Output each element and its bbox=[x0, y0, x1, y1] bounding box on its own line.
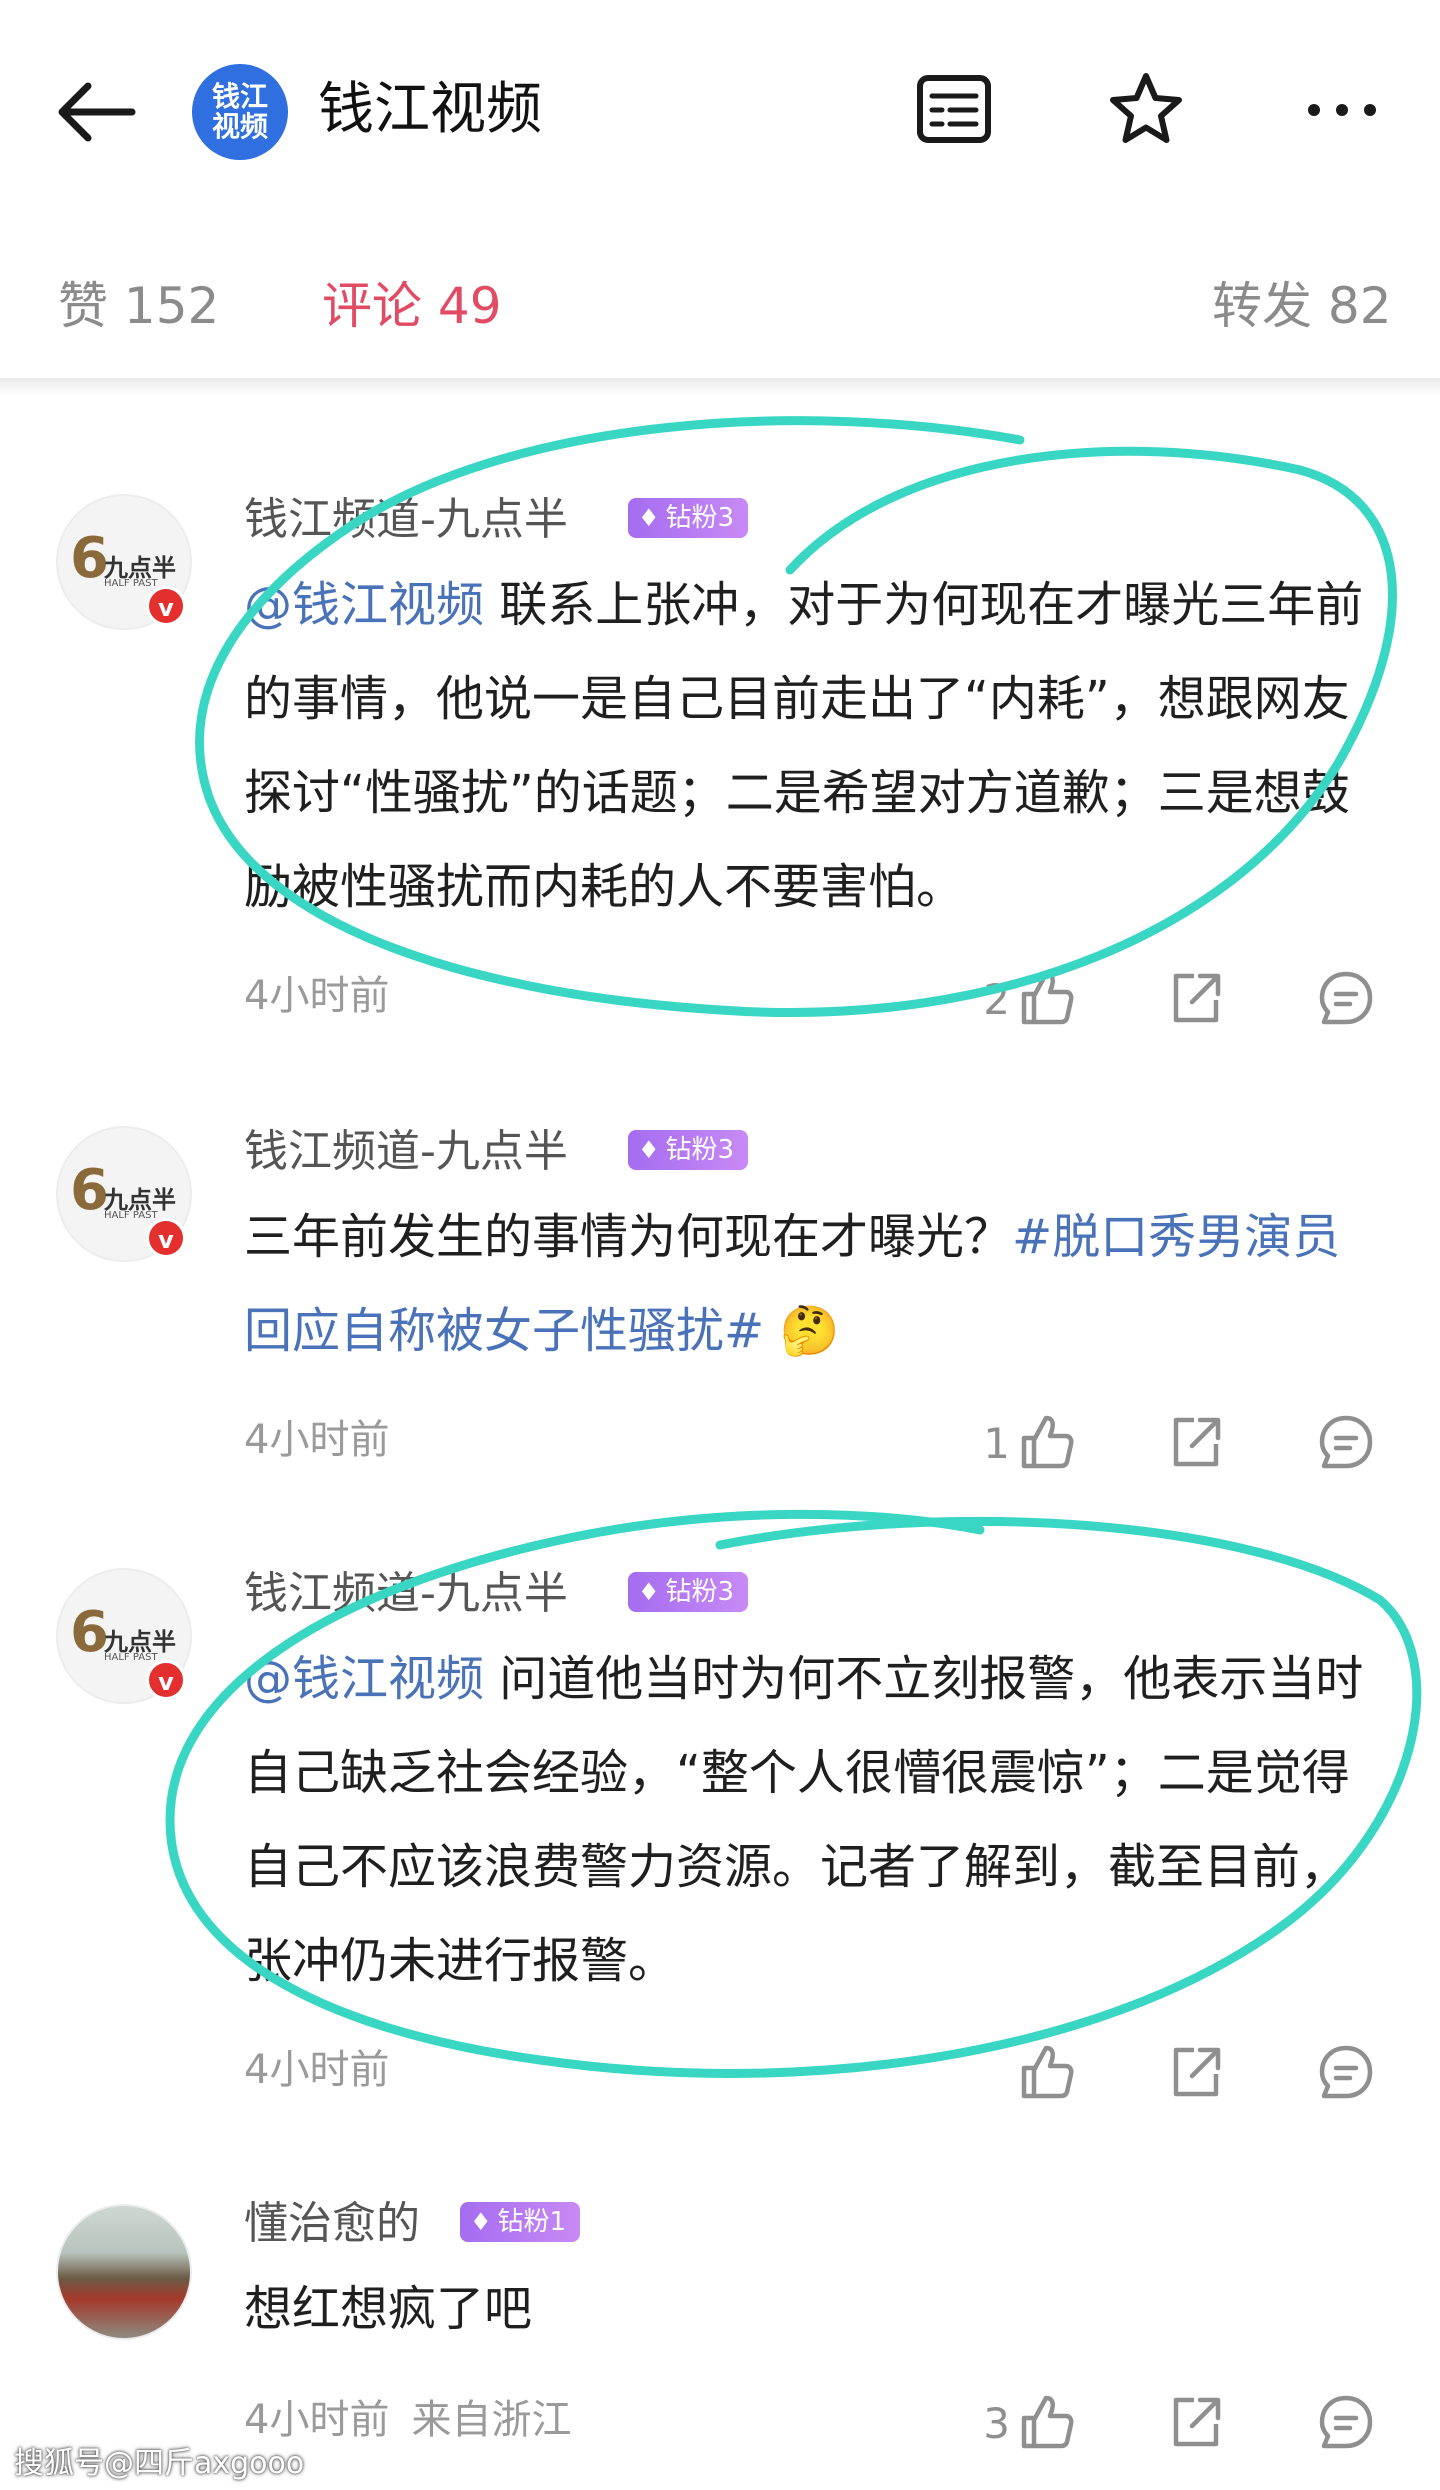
share-icon[interactable] bbox=[1164, 966, 1228, 1030]
comment-username[interactable]: 钱江频道-九点半 bbox=[244, 1122, 568, 1182]
comment-text: 三年前发生的事情为何现在才曝光？#脱口秀男演员回应自称被女子性骚扰# 🤔 bbox=[244, 1190, 1384, 1378]
reply-icon[interactable] bbox=[1314, 2390, 1378, 2454]
share-icon[interactable] bbox=[1164, 2040, 1228, 2104]
fan-badge-label: 钻粉1 bbox=[497, 2207, 567, 2237]
top-bar: 钱江 视频 钱江视频 bbox=[0, 0, 1440, 220]
comment-location: 来自浙江 bbox=[411, 2397, 572, 2443]
reply-icon[interactable] bbox=[1314, 1410, 1378, 1474]
back-arrow-icon[interactable] bbox=[48, 64, 144, 160]
more-icon[interactable] bbox=[1300, 68, 1384, 152]
like-icon[interactable] bbox=[1014, 1410, 1078, 1474]
comment-time: 4小时前 bbox=[244, 1417, 390, 1463]
fan-badge: ♦ 钻粉3 bbox=[628, 1130, 749, 1170]
fan-badge: ♦ 钻粉1 bbox=[460, 2202, 581, 2242]
comment-username[interactable]: 钱江频道-九点半 bbox=[244, 490, 568, 550]
verified-badge: v bbox=[146, 586, 186, 626]
like-count: 2 bbox=[983, 975, 1010, 1024]
channel-avatar-text: 钱江 视频 bbox=[211, 80, 268, 143]
avatar-logo-sub: HALF PAST bbox=[104, 1652, 158, 1663]
like-icon[interactable] bbox=[1014, 966, 1078, 1030]
share-icon[interactable] bbox=[1164, 2390, 1228, 2454]
comment-text: 想红想疯了吧 bbox=[244, 2262, 1384, 2356]
watermark: 搜狐号@四斤axgooo bbox=[14, 2446, 305, 2481]
mention-link[interactable]: @钱江视频 bbox=[244, 577, 484, 633]
avatar-logo-sub: HALF PAST bbox=[104, 578, 158, 589]
like-count: 3 bbox=[983, 2399, 1010, 2448]
verified-badge: v bbox=[146, 1218, 186, 1258]
comment-time: 4小时前 bbox=[244, 2047, 390, 2093]
fan-badge-label: 钻粉3 bbox=[665, 503, 735, 533]
reply-icon[interactable] bbox=[1314, 2040, 1378, 2104]
diamond-icon: ♦ bbox=[638, 504, 660, 532]
star-icon[interactable] bbox=[1104, 68, 1188, 152]
comment-time: 4小时前 bbox=[244, 973, 390, 1019]
channel-avatar[interactable]: 钱江 视频 bbox=[192, 64, 288, 160]
diamond-icon: ♦ bbox=[638, 1136, 660, 1164]
stats-tabs: 赞 152 评论 49 转发 82 bbox=[0, 240, 1440, 360]
divider bbox=[0, 378, 1440, 396]
comment-text-content: 三年前发生的事情为何现在才曝光？ bbox=[244, 1209, 1013, 1265]
diamond-icon: ♦ bbox=[638, 1578, 660, 1606]
tab-likes[interactable]: 赞 152 bbox=[58, 266, 219, 338]
avatar[interactable] bbox=[56, 2204, 192, 2340]
comment-text: @钱江视频 问道他当时为何不立刻报警，他表示当时自己缺乏社会经验，“整个人很懵很… bbox=[244, 1632, 1384, 2008]
share-icon[interactable] bbox=[1164, 1410, 1228, 1474]
thinking-emoji-icon: 🤔 bbox=[779, 1303, 840, 1359]
comment-text: @钱江视频 联系上张冲，对于为何现在才曝光三年前的事情，他说一是自己目前走出了“… bbox=[244, 558, 1384, 934]
fan-badge: ♦ 钻粉3 bbox=[628, 498, 749, 538]
comment-username[interactable]: 懂治愈的 bbox=[244, 2194, 420, 2254]
article-list-icon[interactable] bbox=[912, 68, 996, 152]
tab-reposts[interactable]: 转发 82 bbox=[1212, 266, 1392, 338]
page-title[interactable]: 钱江视频 bbox=[318, 74, 542, 146]
comment-time: 4小时前 bbox=[244, 2397, 390, 2443]
fan-badge-label: 钻粉3 bbox=[665, 1577, 735, 1607]
fan-badge: ♦ 钻粉3 bbox=[628, 1572, 749, 1612]
like-count: 1 bbox=[983, 1419, 1010, 1468]
like-icon[interactable] bbox=[1014, 2390, 1078, 2454]
mention-link[interactable]: @钱江视频 bbox=[244, 1651, 484, 1707]
comment-text-content: 想红想疯了吧 bbox=[244, 2281, 533, 2337]
fan-badge-label: 钻粉3 bbox=[665, 1135, 735, 1165]
like-icon[interactable] bbox=[1014, 2040, 1078, 2104]
avatar-logo-sub: HALF PAST bbox=[104, 1210, 158, 1221]
verified-badge: v bbox=[146, 1660, 186, 1700]
diamond-icon: ♦ bbox=[470, 2208, 492, 2236]
reply-icon[interactable] bbox=[1314, 966, 1378, 1030]
comment-username[interactable]: 钱江频道-九点半 bbox=[244, 1564, 568, 1624]
tab-comments[interactable]: 评论 49 bbox=[322, 266, 502, 338]
